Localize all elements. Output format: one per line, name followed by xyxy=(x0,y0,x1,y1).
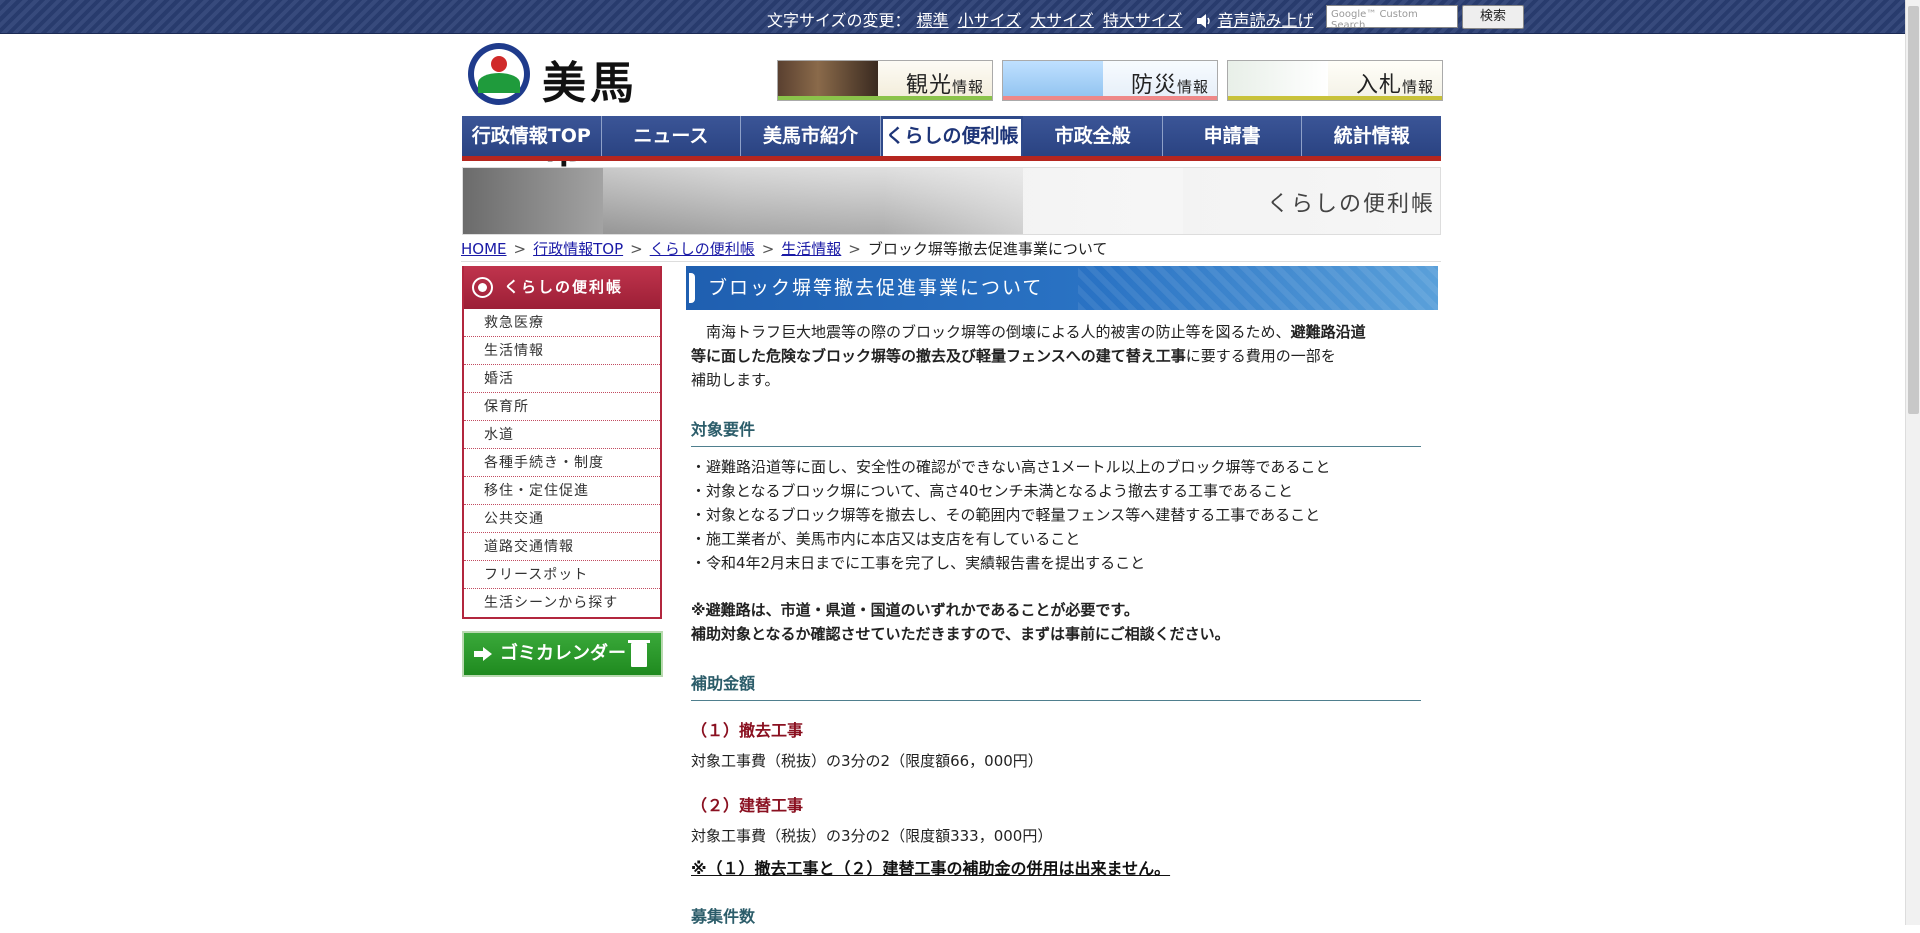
garbage-calendar-label: ゴミカレンダー xyxy=(500,643,626,664)
requirements-heading: 対象要件 xyxy=(691,416,1421,447)
breadcrumb-kurashi[interactable]: くらしの便利帳 xyxy=(650,240,755,258)
side-menu-header: くらしの便利帳 xyxy=(464,266,660,309)
nav-statistics[interactable]: 統計情報 xyxy=(1302,116,1442,156)
font-size-standard-link[interactable]: 標準 xyxy=(917,11,949,30)
requirements-list: ・避難路沿道等に面し、安全性の確認ができない高さ1メートル以上のブロック塀等であ… xyxy=(691,455,1330,575)
side-item-nursery[interactable]: 保育所 xyxy=(464,393,660,421)
page-title: ブロック塀等撤去促進事業について xyxy=(686,266,1438,310)
trash-bin-icon xyxy=(628,640,650,667)
font-size-label: 文字サイズの変更： xyxy=(767,11,911,30)
disaster-banner-label: 防災情報 xyxy=(1130,73,1209,98)
tourism-photo xyxy=(778,61,878,100)
read-aloud-link[interactable]: 音声読み上げ xyxy=(1218,11,1314,30)
side-item-konkatsu[interactable]: 婚活 xyxy=(464,365,660,393)
helicopter-photo xyxy=(1003,61,1103,100)
amount-heading: 補助金額 xyxy=(691,670,1421,701)
speaker-icon xyxy=(1196,14,1210,28)
side-item-road[interactable]: 道路交通情報 xyxy=(464,533,660,561)
breadcrumb-current: ブロック塀等撤去促進事業について xyxy=(867,240,1108,258)
scrollbar-thumb[interactable] xyxy=(1908,6,1919,414)
garbage-calendar-button[interactable]: ゴミカレンダー xyxy=(462,631,663,677)
kurashi-icon xyxy=(472,277,493,298)
search-button[interactable]: 検索 xyxy=(1462,5,1524,29)
side-item-free-spot[interactable]: フリースポット xyxy=(464,561,660,589)
nav-gyosei-top[interactable]: 行政情報TOP xyxy=(462,116,602,156)
side-item-life-scene[interactable]: 生活シーンから探す xyxy=(464,589,660,617)
intro-paragraph: 南海トラフ巨大地震等の際のブロック塀等の倒壊による人的被害の防止等を図るため、避… xyxy=(691,323,1366,389)
section-hero: くらしの便利帳 xyxy=(462,167,1441,235)
requirement-item: ・対象となるブロック塀等を撤去し、その範囲内で軽量フェンス等へ建替する工事である… xyxy=(691,506,1321,524)
requirement-item: ・避難路沿道等に面し、安全性の確認ができない高さ1メートル以上のブロック塀等であ… xyxy=(691,458,1331,476)
search-input[interactable]: Google™ Custom Search xyxy=(1326,5,1458,31)
requirement-item: ・対象となるブロック塀について、高さ40センチ未満となるよう撤去する工事であるこ… xyxy=(691,482,1293,500)
site-logo[interactable]: 美馬市 xyxy=(468,43,683,173)
side-item-seikatsu[interactable]: 生活情報 xyxy=(464,337,660,365)
breadcrumb-seikatsu[interactable]: 生活情報 xyxy=(781,240,841,258)
rebuild-work-amount: 対象工事費（税抜）の3分の2（限度額333，000円） xyxy=(691,827,1053,845)
font-size-small-link[interactable]: 小サイズ xyxy=(958,11,1022,30)
breadcrumb: HOME > 行政情報TOP > くらしの便利帳 > 生活情報 > ブロック塀等撤去促進事業につ… xyxy=(461,240,1108,258)
nav-city-intro[interactable]: 美馬市紹介 xyxy=(741,116,881,156)
combination-warning: ※（１）撤去工事と（２）建替工事の補助金の併用は出来ません。 xyxy=(691,859,1171,878)
side-item-transport[interactable]: 公共交通 xyxy=(464,505,660,533)
side-item-emergency[interactable]: 救急医療 xyxy=(464,309,660,337)
breadcrumb-home[interactable]: HOME xyxy=(461,240,507,258)
disaster-banner[interactable]: 防災情報 xyxy=(1002,60,1218,101)
bidding-banner[interactable]: 入札情報 xyxy=(1227,60,1443,101)
evacuation-route-note: ※避難路は、市道・県道・国道のいずれかであることが必要です。 補助対象となるか確… xyxy=(691,601,1230,643)
font-size-large-link[interactable]: 大サイズ xyxy=(1030,11,1094,30)
removal-work-heading: （１）撤去工事 xyxy=(691,721,804,740)
bidding-photo xyxy=(1228,61,1328,100)
nav-news[interactable]: ニュース xyxy=(601,116,742,156)
tourism-banner-label: 観光情報 xyxy=(905,73,984,98)
side-item-water[interactable]: 水道 xyxy=(464,421,660,449)
nav-kurashi[interactable]: くらしの便利帳 xyxy=(882,119,1022,156)
vertical-scrollbar[interactable] xyxy=(1905,0,1920,925)
side-item-procedures[interactable]: 各種手続き・制度 xyxy=(464,449,660,477)
side-item-migration[interactable]: 移住・定住促進 xyxy=(464,477,660,505)
requirement-item: ・施工業者が、美馬市内に本店又は支店を有していること xyxy=(691,530,1081,548)
font-size-controls: 文字サイズの変更： 標準 小サイズ 大サイズ 特大サイズ 音声読み上げ xyxy=(767,7,1314,31)
nav-forms[interactable]: 申請書 xyxy=(1162,116,1303,156)
hero-title: くらしの便利帳 xyxy=(1266,192,1435,217)
removal-work-amount: 対象工事費（税抜）の3分の2（限度額66，000円） xyxy=(691,752,1043,770)
rebuild-work-heading: （２）建替工事 xyxy=(691,796,804,815)
main-nav: 行政情報TOP ニュース 美馬市紹介 くらしの便利帳 市政全般 申請書 統計情報 xyxy=(462,116,1442,161)
tourism-banner[interactable]: 観光情報 xyxy=(777,60,993,101)
breadcrumb-gyosei-top[interactable]: 行政情報TOP xyxy=(533,240,623,258)
nav-shisei[interactable]: 市政全般 xyxy=(1023,116,1163,156)
requirement-item: ・令和4年2月末日までに工事を完了し、実績報告書を提出すること xyxy=(691,554,1146,572)
side-menu: くらしの便利帳 救急医療 生活情報 婚活 保育所 水道 各種手続き・制度 移住・… xyxy=(462,266,662,619)
count-heading: 募集件数 xyxy=(691,907,756,926)
arrow-right-icon xyxy=(474,647,492,661)
city-emblem-icon xyxy=(468,43,530,105)
search-brand: Google™ xyxy=(1331,9,1377,20)
bidding-banner-label: 入札情報 xyxy=(1355,73,1434,98)
top-bar: 文字サイズの変更： 標準 小サイズ 大サイズ 特大サイズ 音声読み上げ Googl… xyxy=(0,0,1905,34)
font-size-xlarge-link[interactable]: 特大サイズ xyxy=(1103,11,1183,30)
